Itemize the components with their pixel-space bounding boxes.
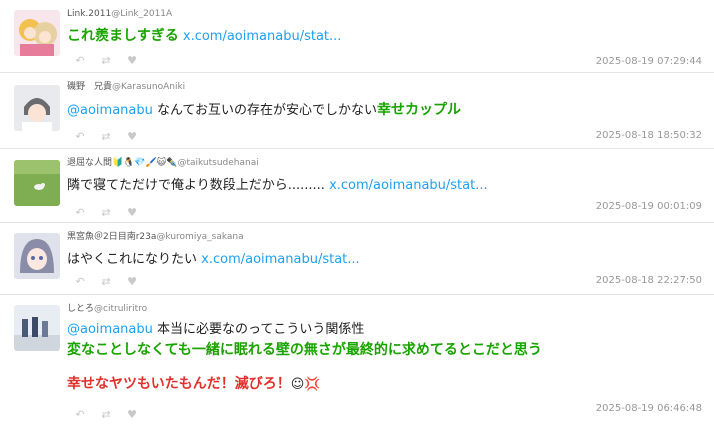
tweet-item[interactable]: 退屈な人間🔰🐧💎🖌️😺✒️@taikutsudehanai 隣で寝てただけで俺よ… bbox=[0, 148, 714, 222]
tweet-item[interactable]: 磯野 兄貴@KarasunoAniki @aoimanabu なんてお互いの存在… bbox=[0, 72, 714, 148]
tweet-content: 退屈な人間🔰🐧💎🖌️😺✒️@taikutsudehanai 隣で寝てただけで俺よ… bbox=[67, 158, 704, 196]
tweet-header: しとろ@citruliritro bbox=[67, 304, 704, 315]
tweet-item[interactable]: 黒宮魚＠2日目南r23a@kuromiya_sakana はやくこれになりたい … bbox=[0, 222, 714, 294]
reply-icon[interactable]: ↶ bbox=[74, 409, 86, 420]
mention-link[interactable]: @aoimanabu bbox=[67, 103, 153, 118]
display-name[interactable]: 退屈な人間 bbox=[67, 158, 112, 168]
timestamp[interactable]: 2025-08-18 22:27:50 bbox=[596, 275, 702, 286]
retweet-icon[interactable]: ⇄ bbox=[100, 276, 112, 287]
tweet-content: 磯野 兄貴@KarasunoAniki @aoimanabu なんてお互いの存在… bbox=[67, 82, 704, 121]
reply-icon[interactable]: ↶ bbox=[74, 55, 86, 66]
user-handle[interactable]: @kuromiya_sakana bbox=[156, 232, 243, 242]
action-bar: ↶ ⇄ ♥ bbox=[74, 409, 138, 420]
highlight-text: 幸せカップル bbox=[376, 102, 461, 118]
text-emoji: ☺💢 bbox=[290, 377, 321, 392]
tweet-content: Link.2011@Link_2011A これ羨ましすぎる x.com/aoim… bbox=[67, 9, 704, 47]
avatar[interactable] bbox=[14, 85, 60, 131]
tweet-link[interactable]: x.com/aoimanabu/stat... bbox=[201, 252, 360, 267]
tweet-text: 隣で寝てただけで俺より数段上だから......... x.com/aoimana… bbox=[67, 176, 704, 196]
like-icon[interactable]: ♥ bbox=[126, 276, 138, 287]
tweet-header: 黒宮魚＠2日目南r23a@kuromiya_sakana bbox=[67, 232, 704, 243]
plain-text: はやくこれになりたい bbox=[67, 252, 202, 267]
plain-text: 隣で寝てただけで俺より数段上だから......... bbox=[67, 178, 330, 193]
action-bar: ↶ ⇄ ♥ bbox=[74, 55, 138, 66]
retweet-icon[interactable]: ⇄ bbox=[100, 55, 112, 66]
like-icon[interactable]: ♥ bbox=[126, 131, 138, 142]
tweet-text: はやくこれになりたい x.com/aoimanabu/stat... bbox=[67, 250, 704, 270]
tweet-text: @aoimanabu なんてお互いの存在が安心でしかない幸せカップル bbox=[67, 100, 704, 121]
display-name[interactable]: Link.2011 bbox=[67, 9, 111, 19]
tweet-item[interactable]: しとろ@citruliritro @aoimanabu 本当に必要なのってこうい… bbox=[0, 294, 714, 426]
display-name[interactable]: しとろ bbox=[67, 304, 94, 314]
reply-icon[interactable]: ↶ bbox=[74, 207, 86, 218]
plain-text: なんてお互いの存在が安心でしかない bbox=[152, 103, 377, 118]
tweet-header: 退屈な人間🔰🐧💎🖌️😺✒️@taikutsudehanai bbox=[67, 158, 704, 169]
retweet-icon[interactable]: ⇄ bbox=[100, 131, 112, 142]
avatar[interactable] bbox=[14, 233, 60, 279]
avatar[interactable] bbox=[14, 305, 60, 351]
plain-text: 本当に必要なのってこういう関係性 bbox=[152, 322, 365, 337]
user-handle[interactable]: @Link_2011A bbox=[111, 9, 172, 19]
tweet-link[interactable]: x.com/aoimanabu/stat... bbox=[329, 178, 488, 193]
action-bar: ↶ ⇄ ♥ bbox=[74, 131, 138, 142]
action-bar: ↶ ⇄ ♥ bbox=[74, 276, 138, 287]
display-name[interactable]: 黒宮魚＠2日目南r23a bbox=[67, 232, 156, 242]
tweet-link[interactable]: x.com/aoimanabu/stat... bbox=[183, 29, 342, 44]
timestamp[interactable]: 2025-08-18 18:50:32 bbox=[596, 130, 702, 141]
tweet-content: 黒宮魚＠2日目南r23a@kuromiya_sakana はやくこれになりたい … bbox=[67, 232, 704, 270]
display-name[interactable]: 磯野 兄貴 bbox=[67, 82, 112, 92]
tweet-header: 磯野 兄貴@KarasunoAniki bbox=[67, 82, 704, 93]
highlight-text: これ羨ましすぎる bbox=[67, 28, 179, 44]
like-icon[interactable]: ♥ bbox=[126, 207, 138, 218]
tweet-header: Link.2011@Link_2011A bbox=[67, 9, 704, 20]
avatar[interactable] bbox=[14, 10, 60, 56]
retweet-icon[interactable]: ⇄ bbox=[100, 207, 112, 218]
like-icon[interactable]: ♥ bbox=[126, 409, 138, 420]
like-icon[interactable]: ♥ bbox=[126, 55, 138, 66]
user-handle[interactable]: @citruliritro bbox=[94, 304, 147, 314]
tweet-item[interactable]: Link.2011@Link_2011A これ羨ましすぎる x.com/aoim… bbox=[0, 0, 714, 72]
reply-icon[interactable]: ↶ bbox=[74, 131, 86, 142]
retweet-icon[interactable]: ⇄ bbox=[100, 409, 112, 420]
timestamp[interactable]: 2025-08-19 06:46:48 bbox=[596, 403, 702, 414]
tweet-text: @aoimanabu 本当に必要なのってこういう関係性 変なことしなくても一緒に… bbox=[67, 320, 704, 395]
tweet-content: しとろ@citruliritro @aoimanabu 本当に必要なのってこうい… bbox=[67, 304, 704, 395]
tweet-text: これ羨ましすぎる x.com/aoimanabu/stat... bbox=[67, 26, 704, 47]
name-emojis: 🔰🐧💎🖌️😺✒️ bbox=[112, 158, 178, 168]
action-bar: ↶ ⇄ ♥ bbox=[74, 207, 138, 218]
timestamp[interactable]: 2025-08-19 07:29:44 bbox=[596, 56, 702, 67]
avatar[interactable] bbox=[14, 160, 60, 206]
user-handle[interactable]: @taikutsudehanai bbox=[177, 158, 258, 168]
tweet-feed: Link.2011@Link_2011A これ羨ましすぎる x.com/aoim… bbox=[0, 0, 714, 426]
highlight-text: 変なことしなくても一緒に眠れる壁の無さが最終的に求めてるとこだと思う bbox=[67, 342, 542, 358]
red-text: 幸せなヤツもいたもんだ！滅びろ！ bbox=[67, 376, 291, 392]
mention-link[interactable]: @aoimanabu bbox=[67, 322, 153, 337]
reply-icon[interactable]: ↶ bbox=[74, 276, 86, 287]
timestamp[interactable]: 2025-08-19 00:01:09 bbox=[596, 201, 702, 212]
user-handle[interactable]: @KarasunoAniki bbox=[112, 82, 185, 92]
